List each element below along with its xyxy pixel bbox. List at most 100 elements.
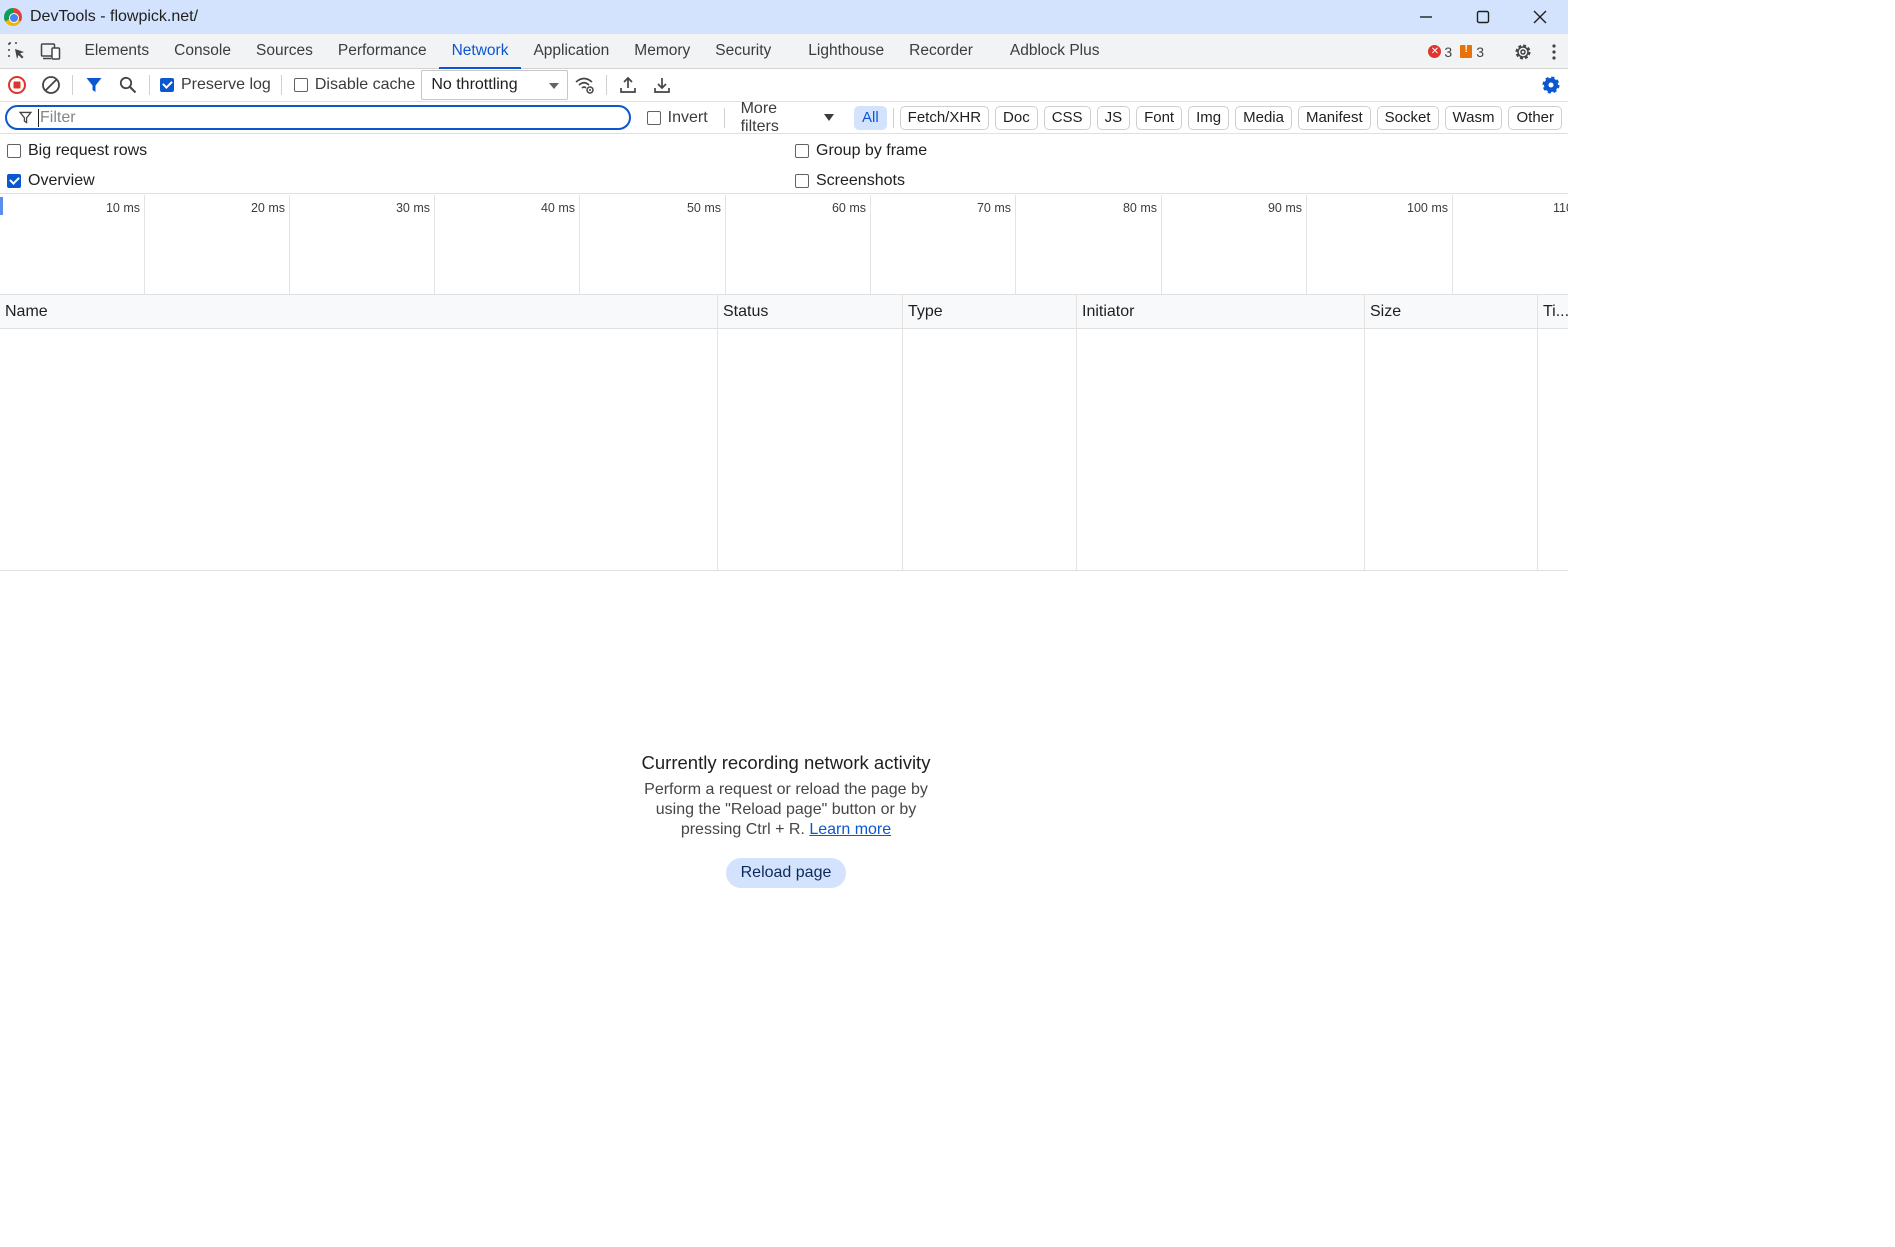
minimize-button[interactable]: [1397, 0, 1454, 34]
chrome-icon: [4, 8, 22, 26]
timeline-tick-label: 70 ms: [976, 201, 1011, 215]
tab-lighthouse[interactable]: Lighthouse: [796, 34, 897, 69]
import-har-button[interactable]: [611, 69, 645, 102]
group-by-frame-checkbox[interactable]: Group by frame: [795, 142, 927, 160]
tab-memory[interactable]: Memory: [622, 34, 703, 69]
network-toolbar: Preserve log Disable cache No throttling: [0, 69, 1568, 102]
tab-performance[interactable]: Performance: [325, 34, 439, 69]
export-har-button[interactable]: [645, 69, 679, 102]
toolbar-divider: [892, 107, 894, 128]
filter-type-wasm[interactable]: Wasm: [1444, 105, 1503, 130]
more-options-button[interactable]: [1540, 34, 1568, 69]
timeline-gridline: 80 ms: [1016, 195, 1162, 295]
column-divider[interactable]: [902, 295, 903, 571]
timeline-tick-label: 100 ms: [1407, 201, 1448, 215]
inspect-element-button[interactable]: [0, 34, 34, 69]
clear-icon: [42, 76, 60, 94]
filter-type-media[interactable]: Media: [1235, 105, 1292, 130]
toolbar-divider: [606, 75, 608, 95]
column-header-name[interactable]: Name: [0, 295, 717, 329]
close-icon: [1533, 10, 1546, 24]
search-button[interactable]: [111, 69, 145, 102]
toolbar-divider: [72, 75, 73, 95]
column-divider[interactable]: [1537, 295, 1538, 571]
preserve-log-checkbox[interactable]: Preserve log: [160, 76, 271, 94]
timeline-tick-label: 40 ms: [540, 201, 575, 215]
maximize-button[interactable]: [1454, 0, 1511, 34]
timeline-gridline: 40 ms: [435, 195, 580, 295]
column-header-initiator[interactable]: Initiator: [1077, 295, 1364, 329]
panel-tabs: Elements Console Sources Performance Net…: [72, 34, 1112, 69]
warning-count-badge[interactable]: 3: [1460, 44, 1484, 60]
timeline-tick-label: 20 ms: [250, 201, 285, 215]
filter-type-all[interactable]: All: [854, 105, 887, 130]
overview-checkbox[interactable]: Overview: [7, 172, 95, 190]
tab-console[interactable]: Console: [162, 34, 244, 69]
invert-check[interactable]: [646, 110, 661, 125]
tab-elements[interactable]: Elements: [72, 34, 162, 69]
device-toolbar-button[interactable]: [34, 34, 68, 69]
filter-type-other[interactable]: Other: [1508, 105, 1562, 130]
invert-label: Invert: [667, 108, 708, 126]
clear-button[interactable]: [34, 69, 68, 102]
network-conditions-button[interactable]: [568, 69, 602, 102]
download-icon: [654, 78, 671, 93]
empty-state-line-text: pressing Ctrl + R.: [680, 821, 805, 838]
more-filters-dropdown[interactable]: More filters: [741, 100, 834, 136]
overview-check[interactable]: [7, 174, 21, 188]
filter-toggle-button[interactable]: [77, 69, 111, 102]
column-divider[interactable]: [717, 295, 718, 571]
tab-network[interactable]: Network: [439, 34, 521, 69]
toolbar-divider: [149, 75, 150, 95]
invert-checkbox[interactable]: Invert: [646, 108, 708, 127]
disable-cache-checkbox[interactable]: Disable cache: [293, 76, 415, 94]
big-request-rows-checkbox[interactable]: Big request rows: [7, 142, 147, 160]
throttling-select[interactable]: No throttling: [421, 70, 569, 100]
empty-state-heading: Currently recording network activity: [641, 752, 931, 773]
screenshots-checkbox[interactable]: Screenshots: [795, 172, 905, 190]
column-header-type[interactable]: Type: [903, 295, 1076, 329]
filter-type-img[interactable]: Img: [1188, 105, 1230, 130]
screenshots-check[interactable]: [795, 174, 809, 188]
settings-button[interactable]: [1506, 34, 1540, 69]
big-request-rows-check[interactable]: [7, 144, 21, 158]
tab-recorder[interactable]: Recorder: [897, 34, 986, 69]
filter-type-manifest[interactable]: Manifest: [1297, 105, 1371, 130]
filter-type-doc[interactable]: Doc: [995, 105, 1038, 130]
overview-timeline[interactable]: 10 ms 20 ms 30 ms 40 ms 50 ms 60 ms 70 m…: [0, 195, 1568, 295]
group-by-frame-check[interactable]: [795, 144, 809, 158]
tab-sources[interactable]: Sources: [244, 34, 326, 69]
timeline-tick-label: 10 ms: [105, 201, 140, 215]
error-count-badge[interactable]: ✕ 3: [1428, 44, 1452, 60]
filter-type-css[interactable]: CSS: [1043, 105, 1091, 130]
learn-more-link[interactable]: Learn more: [809, 821, 891, 838]
close-window-button[interactable]: [1511, 0, 1568, 34]
network-settings-pane: Big request rows Overview Group by frame…: [0, 134, 1568, 194]
timeline-gridline: 100 ms: [1307, 195, 1453, 295]
minimize-icon: [1419, 16, 1432, 18]
column-divider[interactable]: [1364, 295, 1365, 571]
stop-recording-button[interactable]: [0, 69, 34, 102]
column-header-size[interactable]: Size: [1365, 295, 1537, 329]
tab-security[interactable]: Security: [703, 34, 784, 69]
preserve-log-check[interactable]: [160, 78, 174, 92]
filter-type-js[interactable]: JS: [1096, 105, 1131, 130]
warning-count: 3: [1476, 43, 1484, 60]
filter-type-fetch-xhr[interactable]: Fetch/XHR: [899, 105, 990, 130]
wifi-settings-icon: [575, 77, 595, 94]
reload-page-button[interactable]: Reload page: [725, 858, 847, 888]
column-header-time[interactable]: Ti...: [1538, 295, 1568, 329]
tab-adblock-plus[interactable]: Adblock Plus: [997, 34, 1112, 69]
column-divider[interactable]: [1076, 295, 1077, 571]
column-header-status[interactable]: Status: [718, 295, 902, 329]
filter-type-socket[interactable]: Socket: [1376, 105, 1439, 130]
tab-application[interactable]: Application: [521, 34, 622, 69]
filter-input[interactable]: Filter: [5, 105, 631, 130]
disable-cache-check[interactable]: [293, 78, 308, 92]
filter-type-font[interactable]: Font: [1136, 105, 1183, 130]
search-icon: [119, 76, 137, 94]
requests-table: Name Status Type Initiator Size Ti...: [0, 295, 1568, 571]
network-settings-button[interactable]: [1534, 69, 1568, 102]
toolbar-divider: [723, 107, 725, 128]
error-count: 3: [1444, 43, 1453, 60]
